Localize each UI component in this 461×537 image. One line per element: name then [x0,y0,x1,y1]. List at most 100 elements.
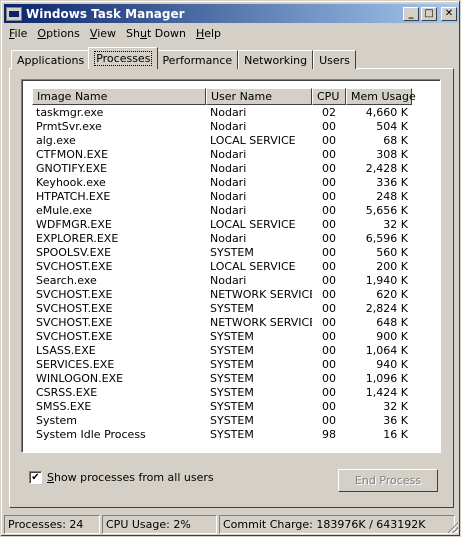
table-row[interactable]: SVCHOST.EXE NETWORK SERVICE 00 620 K [32,287,412,301]
column-mem-usage[interactable]: Mem Usage [346,88,416,105]
cell-cpu: 00 [322,231,336,245]
tab-applications[interactable]: Applications [11,50,91,69]
table-row[interactable]: SVCHOST.EXE LOCAL SERVICE 00 200 K [32,259,412,273]
menu-bar: File Options View Shut Down Help [4,24,226,42]
table-row[interactable]: System Idle Process SYSTEM 98 16 K [32,427,412,441]
tab-networking[interactable]: Networking [238,50,314,69]
cell-cpu: 00 [322,175,336,189]
close-icon[interactable]: ✕ [441,6,457,21]
cell-mem-usage: 940 K [376,357,408,371]
cell-image-name: taskmgr.exe [36,105,104,119]
table-row[interactable]: SMSS.EXE SYSTEM 00 32 K [32,399,412,413]
cell-user-name: Nodari [210,189,247,203]
table-row[interactable]: CSRSS.EXE SYSTEM 00 1,424 K [32,385,412,399]
table-row[interactable]: taskmgr.exe Nodari 02 4,660 K [32,105,412,119]
show-all-users-label[interactable]: Show processes from all users [47,471,214,484]
cell-image-name: LSASS.EXE [36,343,96,357]
process-list[interactable]: Image Name User Name CPU Mem Usage taskm… [21,79,441,453]
tab-performance[interactable]: Performance [156,50,239,69]
table-row[interactable]: SPOOLSV.EXE SYSTEM 00 560 K [32,245,412,259]
show-all-users-checkbox[interactable]: ✔ [29,471,42,484]
cell-user-name: Nodari [210,119,247,133]
cell-user-name: SYSTEM [210,413,254,427]
column-image-name[interactable]: Image Name [32,88,206,105]
table-row[interactable]: GNOTIFY.EXE Nodari 00 2,428 K [32,161,412,175]
table-row[interactable]: HTPATCH.EXE Nodari 00 248 K [32,189,412,203]
tab-processes[interactable]: Processes [88,47,159,69]
cell-cpu: 00 [322,203,336,217]
window-title: Windows Task Manager [26,6,185,21]
cell-cpu: 00 [322,371,336,385]
cell-image-name: SERVICES.EXE [36,357,115,371]
cell-mem-usage: 648 K [376,315,408,329]
cell-cpu: 00 [322,133,336,147]
table-row[interactable]: EXPLORER.EXE Nodari 00 6,596 K [32,231,412,245]
table-row[interactable]: SVCHOST.EXE SYSTEM 00 2,824 K [32,301,412,315]
cell-user-name: Nodari [210,203,247,217]
cell-mem-usage: 1,424 K [365,385,408,399]
table-row[interactable]: alg.exe LOCAL SERVICE 00 68 K [32,133,412,147]
cell-mem-usage: 36 K [383,413,408,427]
cell-mem-usage: 248 K [376,189,408,203]
cell-mem-usage: 1,940 K [365,273,408,287]
cell-mem-usage: 900 K [376,329,408,343]
cell-mem-usage: 308 K [376,147,408,161]
cell-cpu: 00 [322,413,336,427]
table-row[interactable]: eMule.exe Nodari 00 5,656 K [32,203,412,217]
table-row[interactable]: SVCHOST.EXE NETWORK SERVICE 00 648 K [32,315,412,329]
menu-view[interactable]: View [85,27,121,40]
cell-mem-usage: 200 K [376,259,408,273]
cell-user-name: Nodari [210,105,247,119]
cell-image-name: eMule.exe [36,203,93,217]
cell-image-name: SVCHOST.EXE [36,287,113,301]
table-row[interactable]: WDFMGR.EXE LOCAL SERVICE 00 32 K [32,217,412,231]
process-list-header: Image Name User Name CPU Mem Usage [32,88,416,105]
cell-image-name: SVCHOST.EXE [36,315,113,329]
menu-shut-down[interactable]: Shut Down [121,27,191,40]
resize-grip[interactable] [446,521,458,533]
cell-user-name: SYSTEM [210,245,254,259]
tab-users[interactable]: Users [313,50,356,69]
end-process-button[interactable]: End Process [338,469,438,492]
cell-mem-usage: 5,656 K [365,203,408,217]
cell-user-name: NETWORK SERVICE [210,287,312,301]
cell-cpu: 00 [322,329,336,343]
status-commit-charge: Commit Charge: 183976K / 643192K [219,515,455,534]
show-all-users-option[interactable]: ✔ Show processes from all users [29,471,214,484]
menu-file[interactable]: File [4,27,32,40]
status-processes: Processes: 24 [4,515,100,534]
cell-image-name: SVCHOST.EXE [36,329,113,343]
table-row[interactable]: Keyhook.exe Nodari 00 336 K [32,175,412,189]
cell-mem-usage: 4,660 K [365,105,408,119]
minimize-icon[interactable]: _ [403,6,419,21]
table-row[interactable]: SVCHOST.EXE SYSTEM 00 900 K [32,329,412,343]
menu-help[interactable]: Help [191,27,226,40]
table-row[interactable]: Search.exe Nodari 00 1,940 K [32,273,412,287]
cell-image-name: Search.exe [36,273,97,287]
task-manager-window: Windows Task Manager _ □ ✕ File Options Vi… [0,0,461,537]
cell-image-name: PrmtSvr.exe [36,119,102,133]
column-cpu[interactable]: CPU [312,88,346,105]
cell-cpu: 00 [322,385,336,399]
cell-cpu: 00 [322,245,336,259]
cell-user-name: Nodari [210,231,247,245]
cell-cpu: 00 [322,147,336,161]
cell-user-name: Nodari [210,147,247,161]
table-row[interactable]: CTFMON.EXE Nodari 00 308 K [32,147,412,161]
cell-user-name: SYSTEM [210,343,254,357]
title-bar[interactable]: Windows Task Manager _ □ ✕ [4,4,459,23]
cell-mem-usage: 6,596 K [365,231,408,245]
cell-mem-usage: 32 K [383,399,408,413]
table-row[interactable]: WINLOGON.EXE SYSTEM 00 1,096 K [32,371,412,385]
cell-cpu: 00 [322,217,336,231]
cell-user-name: LOCAL SERVICE [210,259,296,273]
cell-user-name: Nodari [210,161,247,175]
table-row[interactable]: PrmtSvr.exe Nodari 00 504 K [32,119,412,133]
table-row[interactable]: LSASS.EXE SYSTEM 00 1,064 K [32,343,412,357]
column-user-name[interactable]: User Name [206,88,312,105]
maximize-icon[interactable]: □ [421,6,437,21]
menu-options[interactable]: Options [32,27,84,40]
table-row[interactable]: System SYSTEM 00 36 K [32,413,412,427]
table-row[interactable]: SERVICES.EXE SYSTEM 00 940 K [32,357,412,371]
cell-image-name: HTPATCH.EXE [36,189,111,203]
